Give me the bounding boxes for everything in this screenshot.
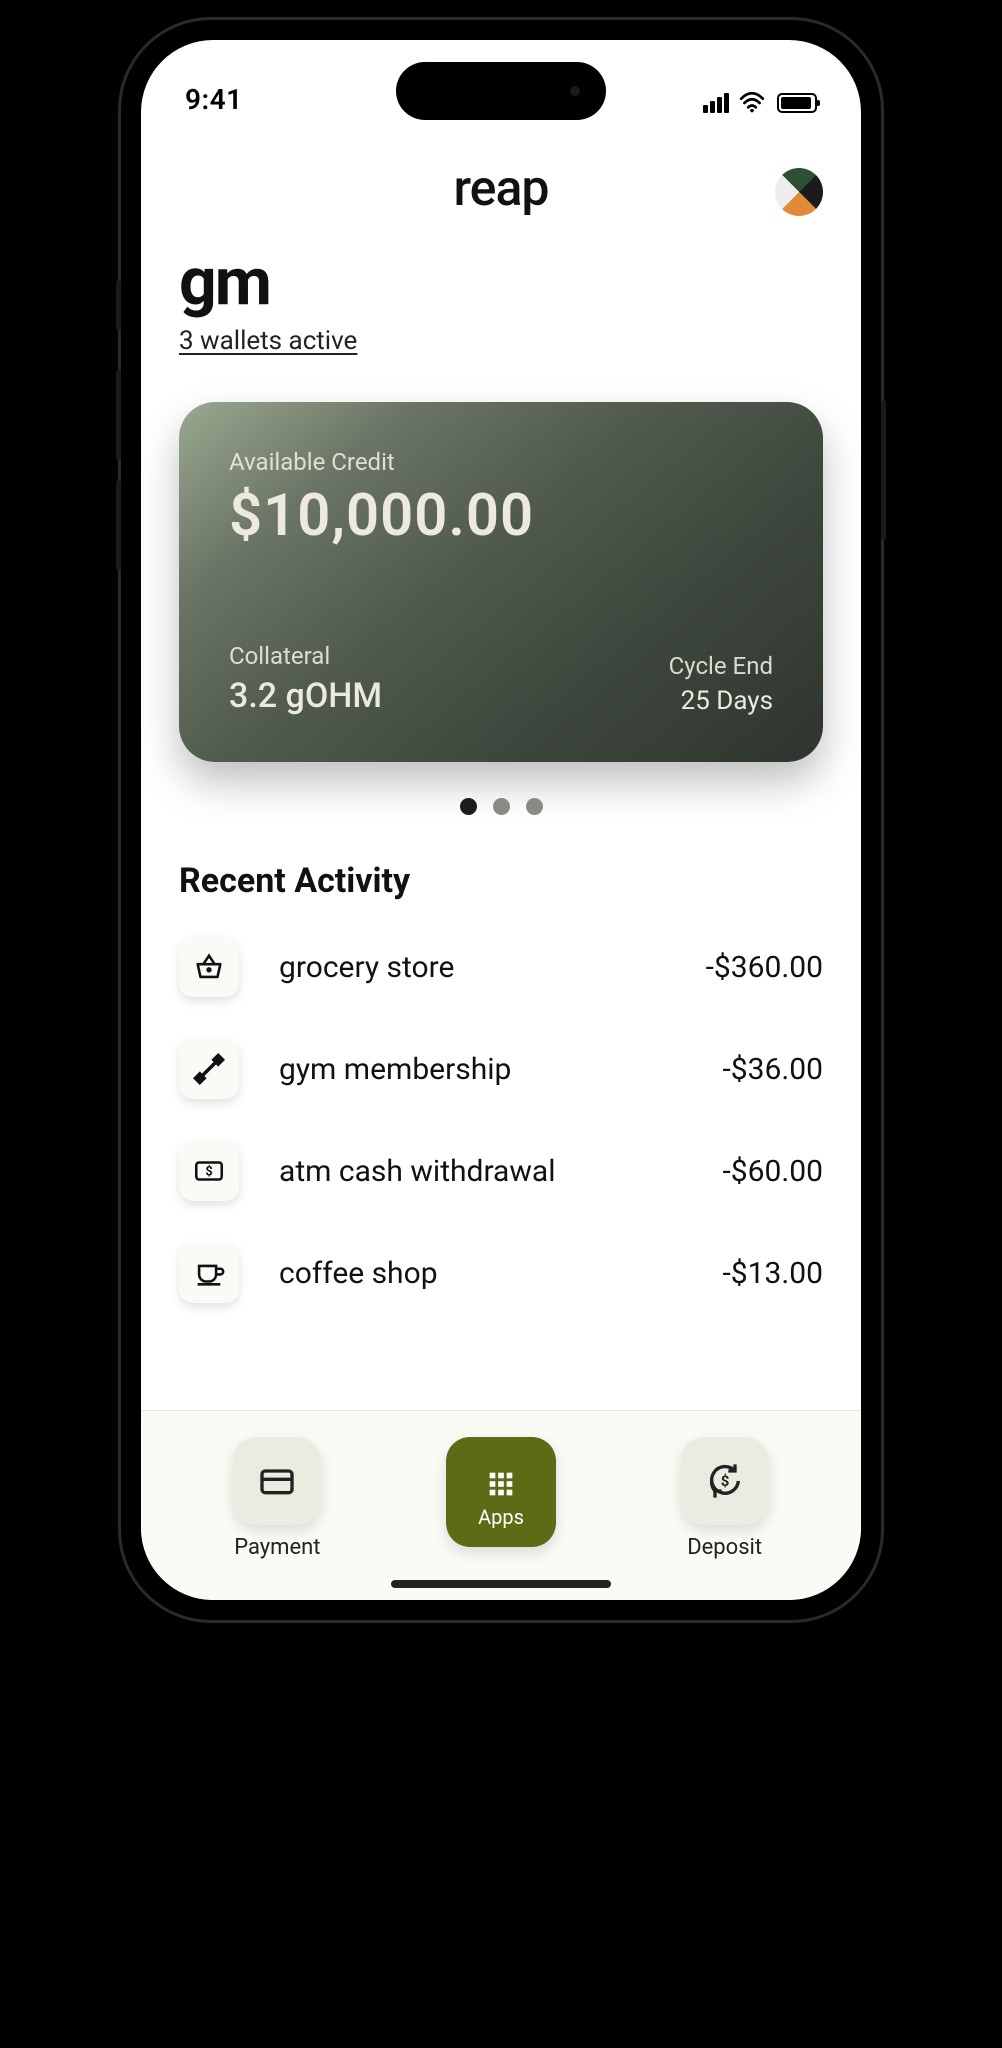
carousel-dot-1[interactable] [493,798,510,815]
wallets-link[interactable]: 3 wallets active [179,326,357,356]
carousel-dots [179,798,823,815]
recent-activity-title: Recent Activity [179,861,823,901]
battery-icon [777,93,817,113]
activity-row[interactable]: $ atm cash withdrawal -$60.00 [179,1141,823,1201]
power-button [881,400,886,540]
refresh-dollar-icon: $ [681,1437,769,1525]
cycle-block: Cycle End 25 Days [669,652,773,716]
cycle-label: Cycle End [669,652,773,680]
activity-label: grocery store [279,950,666,985]
nav-payment[interactable]: Payment [233,1437,321,1560]
activity-label: coffee shop [279,1256,682,1291]
carousel-dot-0[interactable] [460,798,477,815]
collateral-value: 3.2 gOHM [229,676,382,716]
activity-label: atm cash withdrawal [279,1154,682,1189]
svg-text:$: $ [720,1472,729,1490]
page-title: gm [179,250,823,316]
activity-amount: -$60.00 [722,1154,823,1189]
dynamic-island [396,62,606,120]
cellular-icon [703,93,729,113]
activity-row[interactable]: coffee shop -$13.00 [179,1243,823,1303]
basket-icon [179,937,239,997]
activity-list: grocery store -$360.00 gym membership -$… [179,937,823,1303]
nav-payment-label: Payment [234,1535,320,1560]
collateral-block: Collateral 3.2 gOHM [229,642,382,716]
credit-card[interactable]: Available Credit $10,000.00 Collateral 3… [179,402,823,762]
home-indicator[interactable] [391,1580,611,1588]
volume-up-button [116,370,121,460]
nav-apps[interactable]: Apps [446,1437,556,1547]
mute-switch [116,280,121,330]
dumbbell-icon [179,1039,239,1099]
nav-deposit-label: Deposit [687,1535,762,1560]
cash-icon: $ [179,1141,239,1201]
brand-logo: reap [453,160,548,218]
cycle-value: 25 Days [669,686,773,716]
status-time: 9:41 [185,83,243,116]
svg-text:$: $ [205,1164,212,1179]
nav-deposit[interactable]: $ Deposit [681,1437,769,1560]
coffee-icon [179,1243,239,1303]
activity-row[interactable]: grocery store -$360.00 [179,937,823,997]
avatar[interactable] [775,168,823,216]
status-icons [703,90,817,116]
nav-apps-label: Apps [478,1505,524,1529]
main-content: reap gm 3 wallets active Available Credi… [141,120,861,1410]
activity-label: gym membership [279,1052,682,1087]
carousel-dot-2[interactable] [526,798,543,815]
activity-row[interactable]: gym membership -$36.00 [179,1039,823,1099]
activity-amount: -$360.00 [706,950,823,985]
screen: 9:41 reap gm 3 wallets active [141,40,861,1600]
app-header: reap [179,120,823,250]
activity-amount: -$36.00 [722,1052,823,1087]
bottom-nav: Payment Apps $ Deposit [141,1410,861,1600]
volume-down-button [116,480,121,570]
card-bottom: Collateral 3.2 gOHM Cycle End 25 Days [229,642,773,716]
phone-frame: 9:41 reap gm 3 wallets active [121,20,881,1620]
available-credit-amount: $10,000.00 [229,482,773,550]
wifi-icon [739,90,765,116]
collateral-label: Collateral [229,642,382,670]
card-top: Available Credit $10,000.00 [229,448,773,550]
grid-icon: Apps [446,1437,556,1547]
available-credit-label: Available Credit [229,448,773,476]
activity-amount: -$13.00 [722,1256,823,1291]
card-icon [233,1437,321,1525]
